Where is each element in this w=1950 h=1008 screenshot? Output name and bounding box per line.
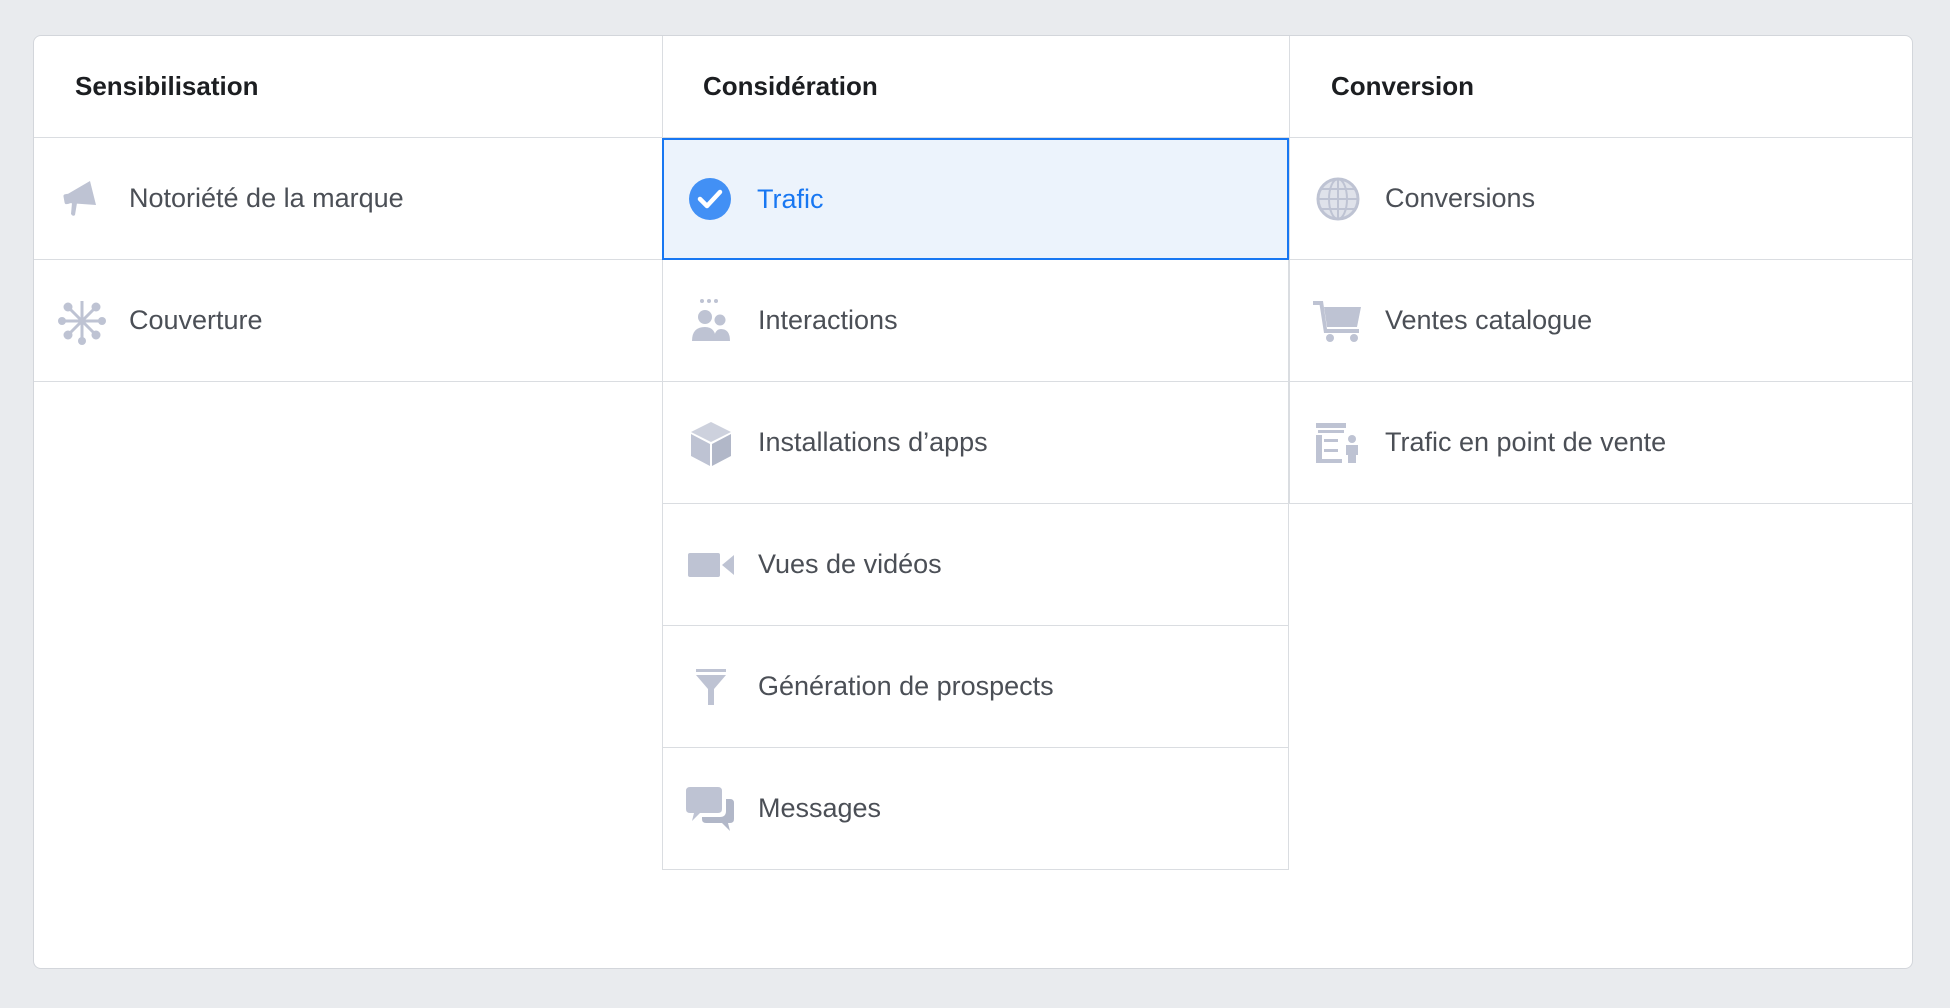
objective-catalog-sales[interactable]: Ventes catalogue	[1289, 260, 1913, 382]
check-circle-icon	[685, 174, 735, 224]
megaphone-icon	[57, 174, 107, 224]
objective-label: Conversions	[1385, 183, 1536, 213]
objective-brand-awareness[interactable]: Notoriété de la marque	[34, 138, 662, 260]
video-camera-icon	[686, 540, 736, 590]
globe-icon	[1313, 174, 1363, 224]
network-icon	[57, 296, 107, 346]
column-header: Considération	[662, 36, 1289, 138]
objective-label: Trafic en point de vente	[1385, 427, 1667, 457]
column-header: Sensibilisation	[34, 36, 662, 138]
box-icon	[686, 418, 736, 468]
objective-picker: Sensibilisation Notoriété de la marque C…	[33, 35, 1913, 969]
people-icon	[686, 296, 736, 346]
objective-label: Ventes catalogue	[1385, 305, 1593, 335]
column-conversion: Conversion Conversions Ventes catalogue …	[1289, 36, 1913, 968]
objective-messages[interactable]: Messages	[662, 748, 1289, 870]
objective-video-views[interactable]: Vues de vidéos	[662, 504, 1289, 626]
objective-label: Vues de vidéos	[758, 549, 942, 579]
objective-lead-generation[interactable]: Génération de prospects	[662, 626, 1289, 748]
objective-conversions[interactable]: Conversions	[1289, 138, 1913, 260]
objective-label: Notoriété de la marque	[129, 183, 404, 213]
column-header: Conversion	[1289, 36, 1913, 138]
objective-reach[interactable]: Couverture	[34, 260, 662, 382]
column-sensibilisation: Sensibilisation Notoriété de la marque C…	[34, 36, 662, 968]
shopping-cart-icon	[1313, 296, 1363, 346]
funnel-icon	[686, 662, 736, 712]
column-consideration: Considération Trafic Interactions Instal…	[662, 36, 1289, 968]
objective-engagement[interactable]: Interactions	[662, 260, 1289, 382]
objective-label: Trafic	[757, 183, 824, 214]
objective-label: Génération de prospects	[758, 671, 1054, 701]
objective-store-traffic[interactable]: Trafic en point de vente	[1289, 382, 1913, 504]
objective-label: Couverture	[129, 305, 263, 335]
objective-label: Installations d’apps	[758, 427, 988, 457]
objective-label: Messages	[758, 793, 882, 823]
chat-bubbles-icon	[686, 784, 736, 834]
store-icon	[1313, 418, 1363, 468]
objective-traffic[interactable]: Trafic	[662, 138, 1289, 260]
objective-label: Interactions	[758, 305, 898, 335]
objective-app-installs[interactable]: Installations d’apps	[662, 382, 1289, 504]
